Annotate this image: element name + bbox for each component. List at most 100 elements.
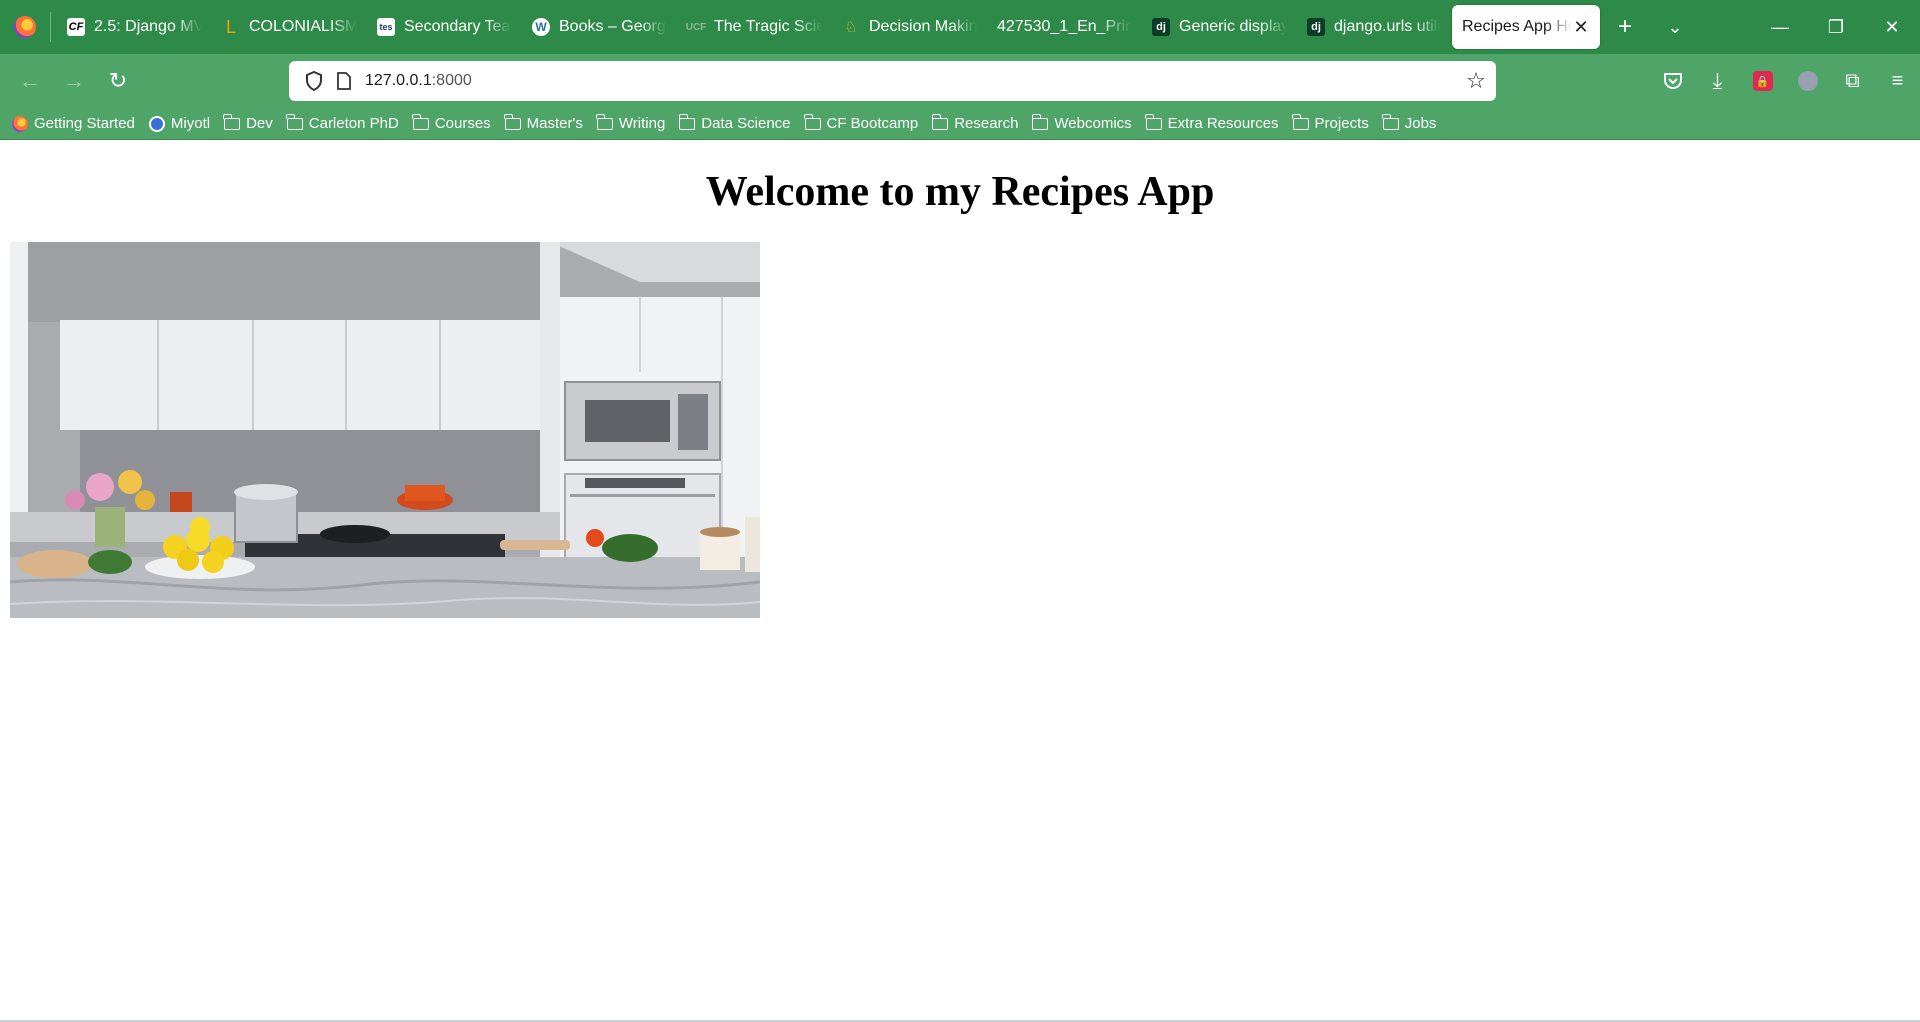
folder-icon	[596, 113, 613, 130]
tab-title: 427530_1_En_Print.i	[997, 18, 1132, 35]
close-icon[interactable]: ✕	[1572, 17, 1590, 37]
bookmark-label: Research	[954, 115, 1019, 132]
tab-django-mvt[interactable]: CF 2.5: Django MV	[57, 5, 212, 49]
page-title: Welcome to my Recipes App	[705, 169, 1215, 215]
toolbar-right-actions: ⤓ 🔒 ⧉ ≡	[1650, 59, 1920, 103]
page-info-icon[interactable]	[329, 72, 359, 90]
bookmark-label: Miyotl	[170, 115, 211, 132]
folder-icon	[286, 113, 303, 130]
folder-icon	[223, 113, 241, 130]
tab-title: django.urls utili	[1334, 18, 1441, 35]
grammarly-icon	[1797, 71, 1818, 91]
navigation-toolbar: ← → ↻ 127.0.0.1:8000 ☆ ⤓ 🔒 ⧉ ≡	[0, 54, 1920, 108]
tab-generic-display[interactable]: dj Generic display	[1142, 5, 1297, 49]
tab-decision-making[interactable]: ♘ Decision Makin	[832, 5, 987, 49]
bookmark-folder-cf-bootcamp[interactable]: CF Bootcamp	[803, 113, 919, 132]
bookmark-folder-writing[interactable]: Writing	[596, 113, 666, 132]
tab-django-urls[interactable]: dj django.urls utili	[1297, 5, 1452, 49]
lock-extension-icon: 🔒	[1752, 71, 1773, 91]
bookmarks-toolbar: Getting Started Miyotl Dev Carleton PhD …	[0, 108, 1920, 140]
restore-icon: ❐	[1827, 16, 1845, 37]
bookmark-label: Writing	[618, 115, 666, 132]
app-menu-button[interactable]: ≡	[1875, 59, 1920, 103]
tab-title: COLONIALISM	[249, 18, 357, 35]
arrow-right-icon: →	[63, 68, 85, 93]
bookmark-folder-extra-resources[interactable]: Extra Resources	[1145, 113, 1279, 132]
bookmark-label: Carleton PhD	[308, 115, 399, 132]
tes-icon: tes	[377, 18, 395, 36]
reload-icon: ↻	[108, 68, 128, 93]
django-icon: dj	[1307, 18, 1325, 36]
tab-separator	[50, 12, 51, 42]
tab-books-george[interactable]: W Books – George	[522, 5, 677, 49]
list-all-tabs-button[interactable]: ⌄	[1650, 5, 1700, 49]
pocket-button[interactable]	[1650, 59, 1695, 103]
tab-recipes-app[interactable]: Recipes App Ho ✕	[1452, 5, 1600, 49]
bookmark-folder-projects[interactable]: Projects	[1291, 113, 1369, 132]
tab-title: Books – George	[559, 18, 667, 35]
close-window-button[interactable]: ✕	[1864, 0, 1920, 54]
url-text: 127.0.0.1:8000	[365, 72, 472, 90]
extension-grammarly-button[interactable]	[1785, 59, 1830, 103]
bookmark-folder-masters[interactable]: Master's	[504, 113, 583, 132]
folder-icon	[1145, 113, 1162, 130]
folder-icon	[1382, 113, 1399, 130]
pocket-icon	[1663, 73, 1682, 90]
bookmark-label: Getting Started	[34, 115, 135, 132]
back-button[interactable]: ←	[8, 59, 52, 103]
bookmark-star-icon[interactable]: ☆	[1464, 68, 1488, 93]
bookmark-label: Master's	[526, 115, 583, 132]
forward-button[interactable]: →	[52, 59, 96, 103]
bookmark-label: CF Bootcamp	[826, 115, 919, 132]
bookmark-folder-webcomics[interactable]: Webcomics	[1031, 113, 1132, 132]
folder-icon	[803, 113, 821, 130]
minimize-button[interactable]: —	[1752, 0, 1808, 54]
page-content: Welcome to my Recipes App	[0, 141, 1920, 1022]
bookmark-folder-courses[interactable]: Courses	[412, 113, 491, 132]
folder-icon	[931, 113, 949, 130]
url-port: :8000	[431, 72, 472, 89]
new-tab-button[interactable]: +	[1600, 5, 1650, 49]
extension-lock-button[interactable]: 🔒	[1740, 59, 1785, 103]
firefox-icon	[12, 115, 28, 132]
restore-button[interactable]: ❐	[1808, 0, 1864, 54]
firefox-icon	[14, 16, 36, 38]
bookmark-label: Courses	[434, 115, 491, 132]
tab-colonialism[interactable]: L COLONIALISM	[212, 5, 367, 49]
bookmark-folder-jobs[interactable]: Jobs	[1382, 113, 1437, 132]
bookmark-getting-started[interactable]: Getting Started	[12, 115, 135, 132]
bookmark-folder-research[interactable]: Research	[931, 113, 1019, 132]
hamburger-menu-icon: ≡	[1891, 69, 1904, 92]
firefox-view-button[interactable]	[0, 0, 50, 54]
bookmark-miyotl[interactable]: Miyotl	[148, 115, 211, 132]
bookmark-label: Extra Resources	[1167, 115, 1279, 132]
folder-icon	[1291, 113, 1309, 130]
bookmark-label: Dev	[246, 115, 273, 132]
minimize-icon: —	[1771, 16, 1789, 37]
downloads-button[interactable]: ⤓	[1695, 59, 1740, 103]
tab-pdf-print[interactable]: 427530_1_En_Print.i	[987, 5, 1142, 49]
tab-title: Decision Makin	[869, 18, 977, 35]
bookmark-label: Data Science	[701, 115, 791, 132]
tab-secondary-teacher[interactable]: tes Secondary Teac	[367, 5, 522, 49]
bookmark-folder-data-science[interactable]: Data Science	[678, 113, 791, 132]
folder-icon	[678, 113, 696, 130]
extensions-button[interactable]: ⧉	[1830, 59, 1875, 103]
url-bar[interactable]: 127.0.0.1:8000 ☆	[289, 61, 1496, 101]
reload-button[interactable]: ↻	[96, 59, 140, 103]
puzzle-icon: ⧉	[1845, 69, 1860, 92]
bookmark-label: Jobs	[1404, 115, 1437, 132]
lit-icon: L	[225, 16, 236, 37]
folder-icon	[504, 113, 521, 130]
cf-icon: CF	[67, 18, 85, 36]
tracking-protection-shield-icon[interactable]	[299, 71, 329, 91]
tab-title: Recipes App Ho	[1462, 18, 1572, 35]
folder-icon	[412, 113, 429, 130]
bookmark-folder-carleton-phd[interactable]: Carleton PhD	[286, 113, 399, 132]
tab-tragic-science[interactable]: UCF The Tragic Scie	[677, 5, 832, 49]
bookmark-folder-dev[interactable]: Dev	[223, 113, 273, 132]
wordpress-icon: W	[532, 18, 550, 36]
download-icon: ⤓	[1712, 68, 1723, 93]
tab-title: Generic display	[1179, 18, 1287, 35]
close-icon: ✕	[1884, 16, 1900, 37]
